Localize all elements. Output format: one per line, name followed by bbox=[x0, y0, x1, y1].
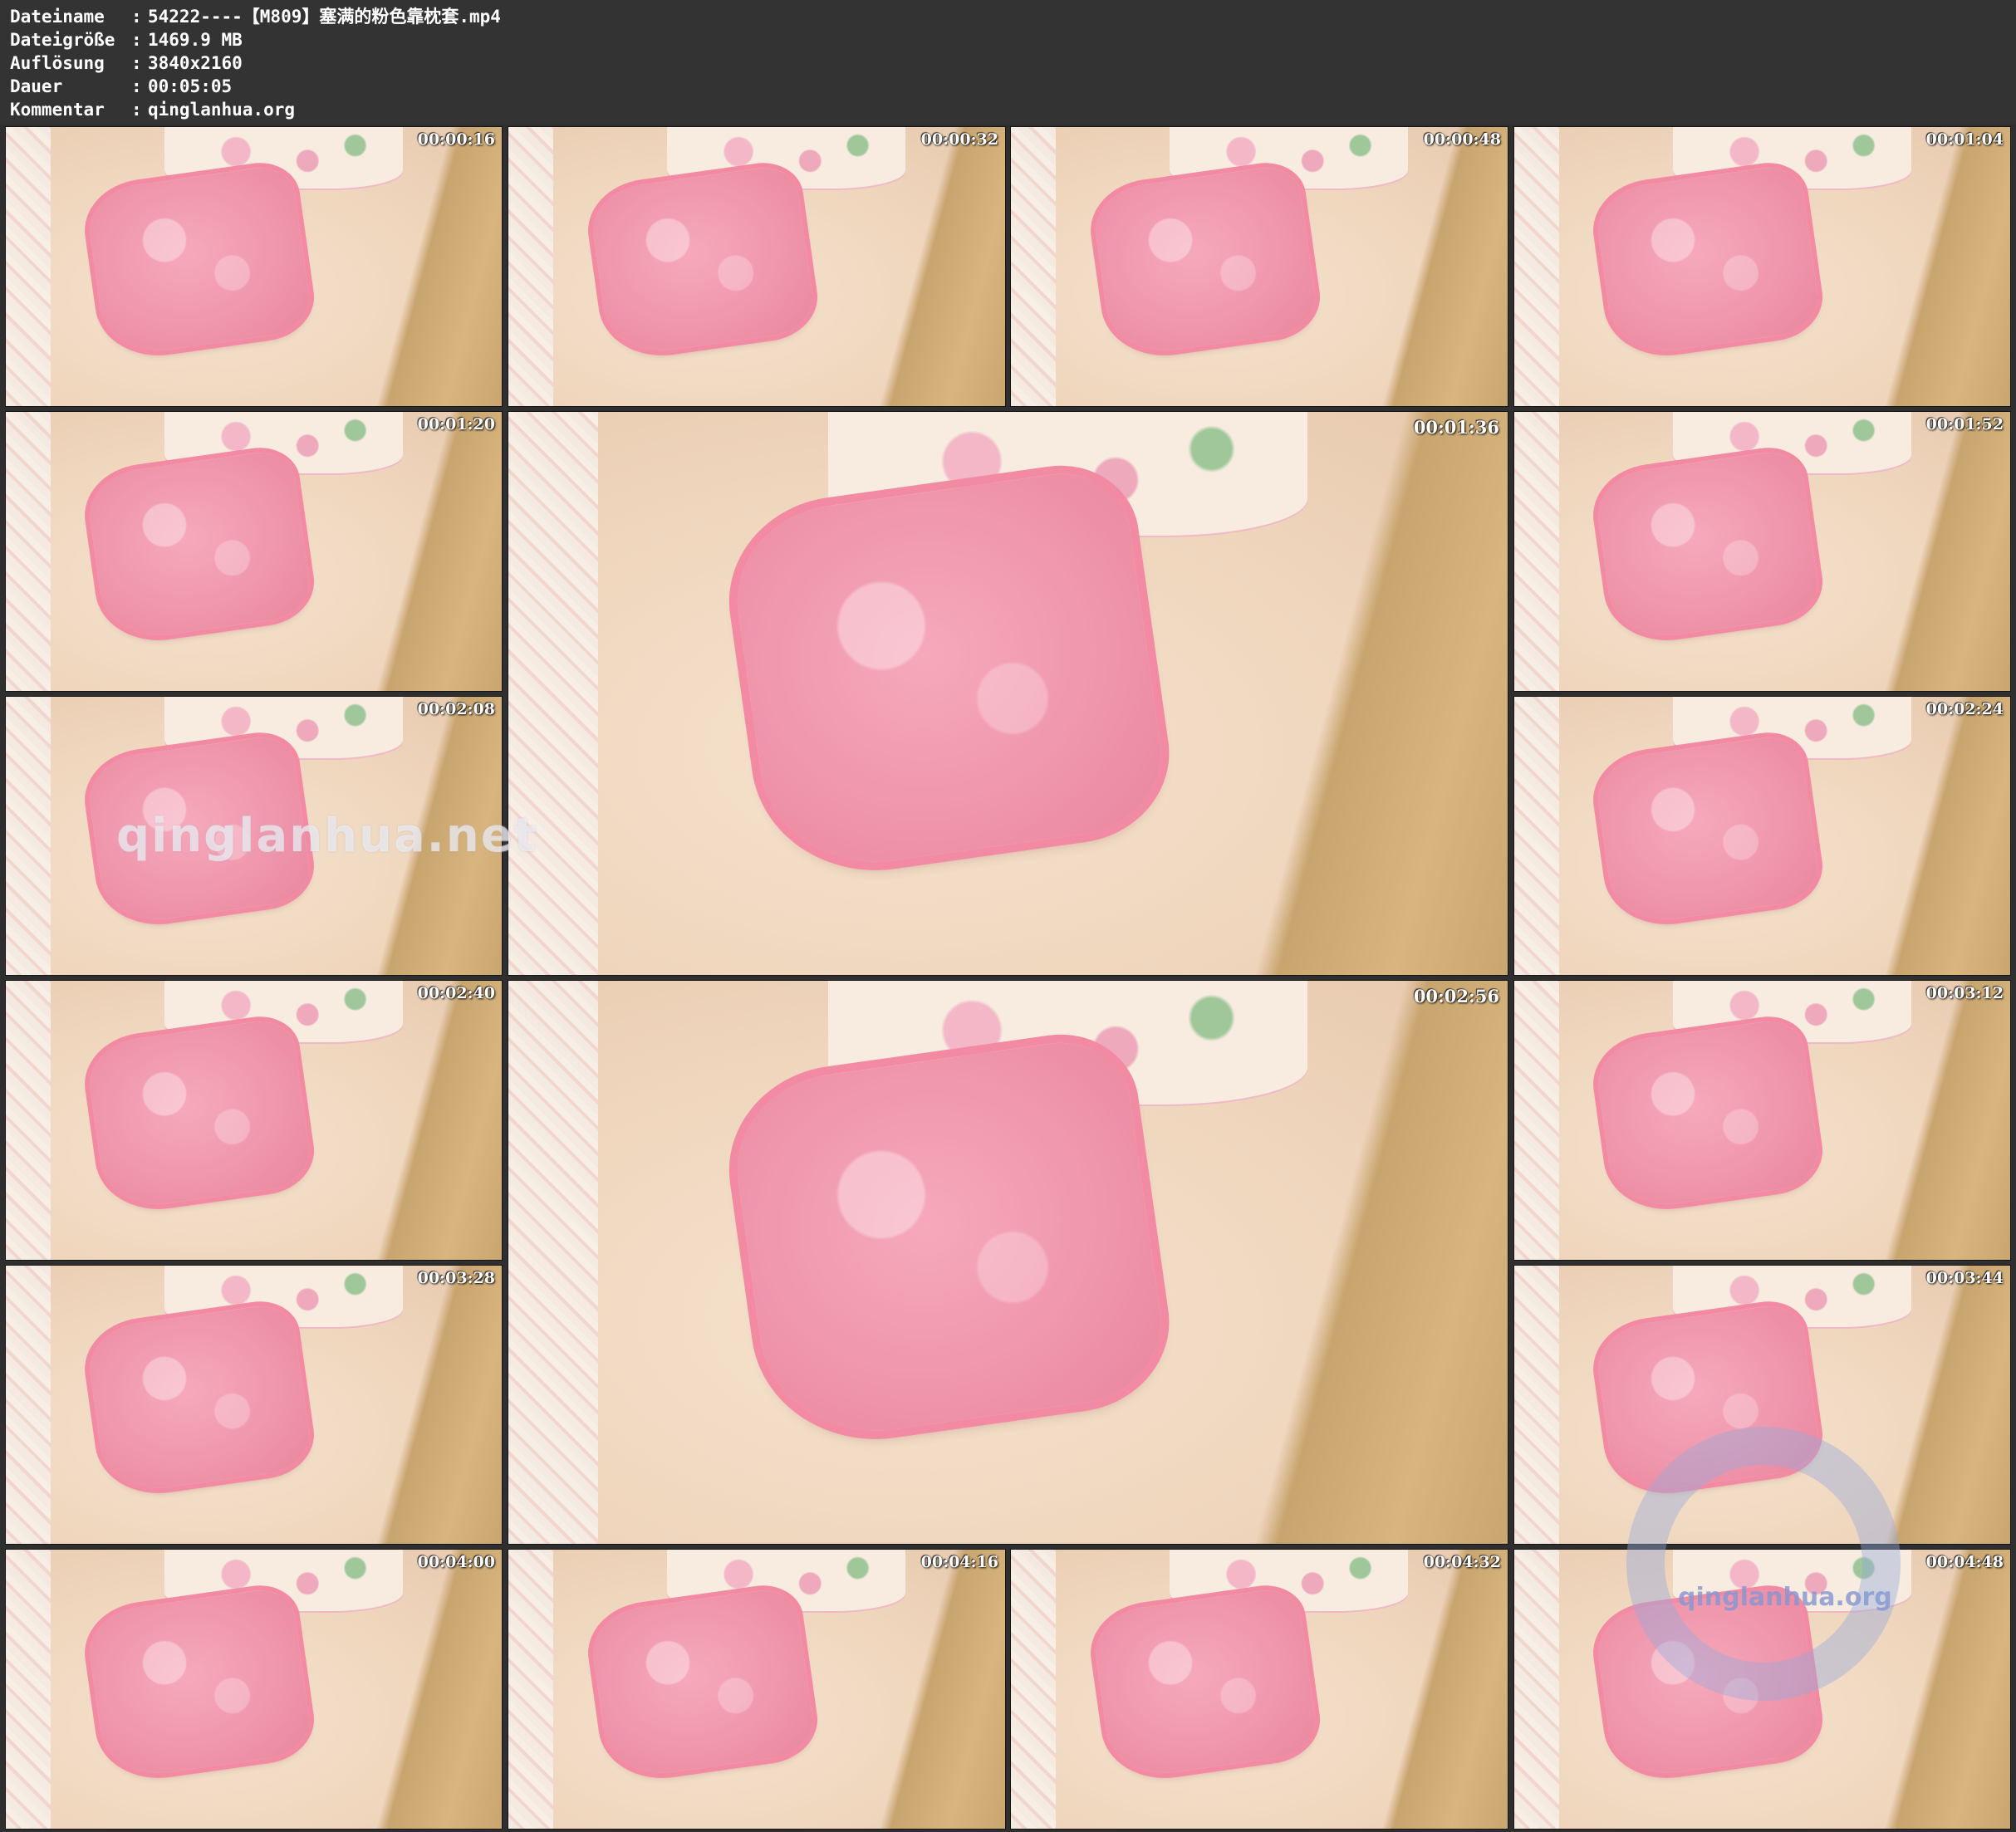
thumbnail-timestamp: 00:00:16 bbox=[417, 130, 495, 149]
bedsheet-pattern bbox=[6, 981, 51, 1260]
pink-pillow bbox=[724, 464, 1171, 878]
meta-colon: : bbox=[131, 30, 142, 50]
thumbnail-timestamp: 00:04:16 bbox=[920, 1553, 998, 1571]
bedsheet-pattern bbox=[1514, 981, 1559, 1260]
bedsheet-pattern bbox=[508, 412, 599, 975]
thumbnail-frame[interactable]: 00:04:32 bbox=[1010, 1549, 1508, 1830]
thumbnail-frame[interactable]: 00:04:16 bbox=[508, 1549, 1006, 1830]
thumbnail-frame-large[interactable]: 00:01:36 bbox=[508, 411, 1508, 976]
thumbnail-timestamp: 00:03:12 bbox=[1925, 984, 2004, 1002]
meta-value-filesize: 1469.9 MB bbox=[148, 30, 243, 50]
meta-colon: : bbox=[131, 53, 142, 73]
pink-pillow bbox=[586, 163, 817, 359]
meta-value-duration: 00:05:05 bbox=[148, 76, 233, 96]
thumbnail-frame[interactable]: 00:03:12 bbox=[1513, 980, 2011, 1261]
thumbnail-timestamp: 00:00:32 bbox=[920, 130, 998, 149]
thumbnail-timestamp: 00:01:52 bbox=[1925, 415, 2004, 434]
meta-label: Auflösung bbox=[10, 53, 105, 73]
thumbnail-timestamp: 00:04:32 bbox=[1423, 1553, 1501, 1571]
bedsheet-pattern bbox=[1514, 1550, 1559, 1829]
meta-value-comment: qinglanhua.org bbox=[148, 100, 296, 120]
pink-pillow bbox=[84, 1017, 314, 1212]
thumbnail-frame[interactable]: 00:00:48 bbox=[1010, 126, 1508, 407]
meta-label: Dateiname bbox=[10, 7, 105, 27]
pink-pillow bbox=[1089, 1585, 1320, 1781]
thumbnail-timestamp: 00:04:00 bbox=[417, 1553, 495, 1571]
thumbnail-frame[interactable]: 00:00:32 bbox=[508, 126, 1006, 407]
pink-pillow bbox=[84, 448, 314, 644]
thumbnail-frame[interactable]: 00:02:40 bbox=[5, 980, 503, 1261]
bedsheet-pattern bbox=[6, 1550, 51, 1829]
bedsheet-pattern bbox=[1011, 1550, 1056, 1829]
pink-pillow bbox=[1592, 1017, 1822, 1212]
thumbnail-frame[interactable]: 00:01:04 bbox=[1513, 126, 2011, 407]
thumbnail-frame[interactable]: 00:01:52 bbox=[1513, 411, 2011, 692]
meta-colon: : bbox=[131, 7, 142, 27]
pink-pillow bbox=[1089, 163, 1320, 359]
pink-pillow bbox=[586, 1585, 817, 1781]
pink-pillow bbox=[1592, 732, 1822, 928]
thumbnail-timestamp: 00:02:56 bbox=[1413, 986, 1499, 1007]
pink-pillow bbox=[84, 1586, 314, 1781]
meta-label: Kommentar bbox=[10, 100, 105, 120]
bedsheet-pattern bbox=[1514, 127, 1559, 406]
meta-label: Dateigröße bbox=[10, 30, 115, 50]
pink-pillow bbox=[84, 1301, 314, 1496]
thumbnail-timestamp: 00:04:48 bbox=[1925, 1553, 2004, 1571]
thumbnail-frame[interactable]: 00:04:00 bbox=[5, 1549, 503, 1830]
bedsheet-pattern bbox=[508, 127, 553, 406]
bedsheet-pattern bbox=[6, 412, 51, 691]
pink-pillow bbox=[724, 1033, 1171, 1447]
meta-value-filename: 54222----【M809】塞满的粉色靠枕套.mp4 bbox=[148, 7, 501, 27]
bedsheet-pattern bbox=[6, 127, 51, 406]
thumbnail-timestamp: 00:00:48 bbox=[1423, 130, 1501, 149]
thumbnail-frame[interactable]: 00:03:28 bbox=[5, 1265, 503, 1545]
thumbnail-timestamp: 00:02:08 bbox=[417, 700, 495, 718]
bedsheet-pattern bbox=[6, 697, 51, 975]
bedsheet-pattern bbox=[1514, 697, 1559, 975]
pink-pillow bbox=[84, 164, 314, 359]
bedsheet-pattern bbox=[508, 1550, 553, 1829]
bedsheet-pattern bbox=[6, 1266, 51, 1544]
bedsheet-pattern bbox=[1514, 412, 1559, 691]
thumbnail-timestamp: 00:02:40 bbox=[417, 984, 495, 1002]
thumbnail-timestamp: 00:03:44 bbox=[1925, 1269, 2004, 1287]
pink-pillow bbox=[1592, 164, 1822, 359]
thumbnail-frame[interactable]: 00:00:16 bbox=[5, 126, 503, 407]
meta-colon: : bbox=[131, 100, 142, 120]
thumbnail-frame[interactable]: 00:01:20 bbox=[5, 411, 503, 692]
thumbnail-timestamp: 00:01:20 bbox=[417, 415, 495, 434]
watermark-logo-icon bbox=[1626, 1427, 1901, 1701]
thumbnail-timestamp: 00:03:28 bbox=[417, 1269, 495, 1287]
thumbnail-frame-large[interactable]: 00:02:56 bbox=[508, 980, 1508, 1545]
meta-label: Dauer bbox=[10, 76, 63, 96]
bedsheet-pattern bbox=[1514, 1266, 1559, 1544]
bedsheet-pattern bbox=[1011, 127, 1056, 406]
meta-colon: : bbox=[131, 76, 142, 96]
thumbnail-timestamp: 00:01:36 bbox=[1413, 417, 1499, 438]
thumbnail-frame[interactable]: 00:02:24 bbox=[1513, 696, 2011, 976]
file-info-header: Dateiname : 54222----【M809】塞满的粉色靠枕套.mp4 … bbox=[0, 0, 2016, 125]
bedsheet-pattern bbox=[508, 981, 599, 1544]
watermark-net: qinglanhua.net bbox=[116, 809, 538, 863]
watermark-org: qinglanhua.org bbox=[1678, 1583, 1892, 1612]
meta-value-resolution: 3840x2160 bbox=[148, 53, 243, 73]
pink-pillow bbox=[1592, 448, 1822, 644]
thumbnail-timestamp: 00:01:04 bbox=[1925, 130, 2004, 149]
thumbnail-timestamp: 00:02:24 bbox=[1925, 700, 2004, 718]
